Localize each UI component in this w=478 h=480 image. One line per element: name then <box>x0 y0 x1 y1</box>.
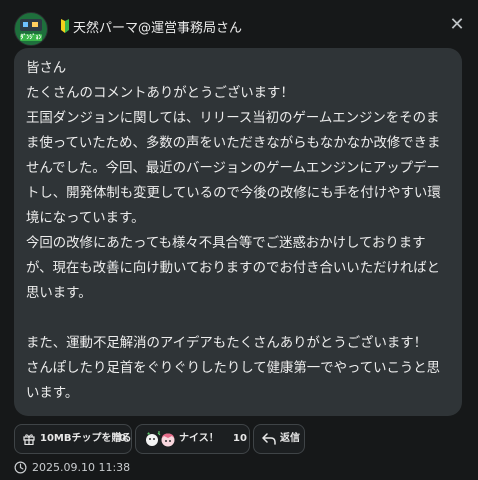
nice-button[interactable]: ナイス！ 10 <box>135 424 250 454</box>
clock-icon <box>14 461 27 474</box>
avatar-screen-graphic <box>20 19 42 31</box>
gift-label: 10MBチップを贈る <box>40 433 132 444</box>
close-icon[interactable]: ✕ <box>446 14 468 36</box>
nice-reaction-icon <box>146 431 175 447</box>
comment-bubble: 皆さん たくさんのコメントありがとうございます！ 王国ダンジョンに関しては、リリ… <box>14 48 462 416</box>
nice-count: 10 <box>233 433 247 444</box>
reply-label: 返信 <box>280 433 300 444</box>
action-bar: 10MBチップを贈る 0 ナイス！ 10 返信 <box>14 424 474 454</box>
username[interactable]: 天然パーマ@運営事務局さん <box>73 17 242 36</box>
beginner-mark-icon <box>61 19 69 33</box>
comment-text: 皆さん たくさんのコメントありがとうございます！ 王国ダンジョンに関しては、リリ… <box>26 61 441 401</box>
gift-count: 0 <box>119 433 126 444</box>
avatar-tag: ﾀﾞﾝｼﾞｮﾝ <box>20 34 42 41</box>
timestamp-row: 2025.09.10 11:38 <box>14 460 214 476</box>
gift-chip-button[interactable]: 10MBチップを贈る 0 <box>14 424 132 454</box>
reply-button[interactable]: 返信 <box>253 424 305 454</box>
gift-icon <box>23 434 35 445</box>
nice-label: ナイス！ <box>179 433 219 444</box>
timestamp: 2025.09.10 11:38 <box>32 461 131 474</box>
avatar[interactable]: ﾀﾞﾝｼﾞｮﾝ <box>14 12 48 46</box>
reply-icon <box>262 433 276 445</box>
post-header: ﾀﾞﾝｼﾞｮﾝ 天然パーマ@運営事務局さん ✕ <box>10 8 468 46</box>
